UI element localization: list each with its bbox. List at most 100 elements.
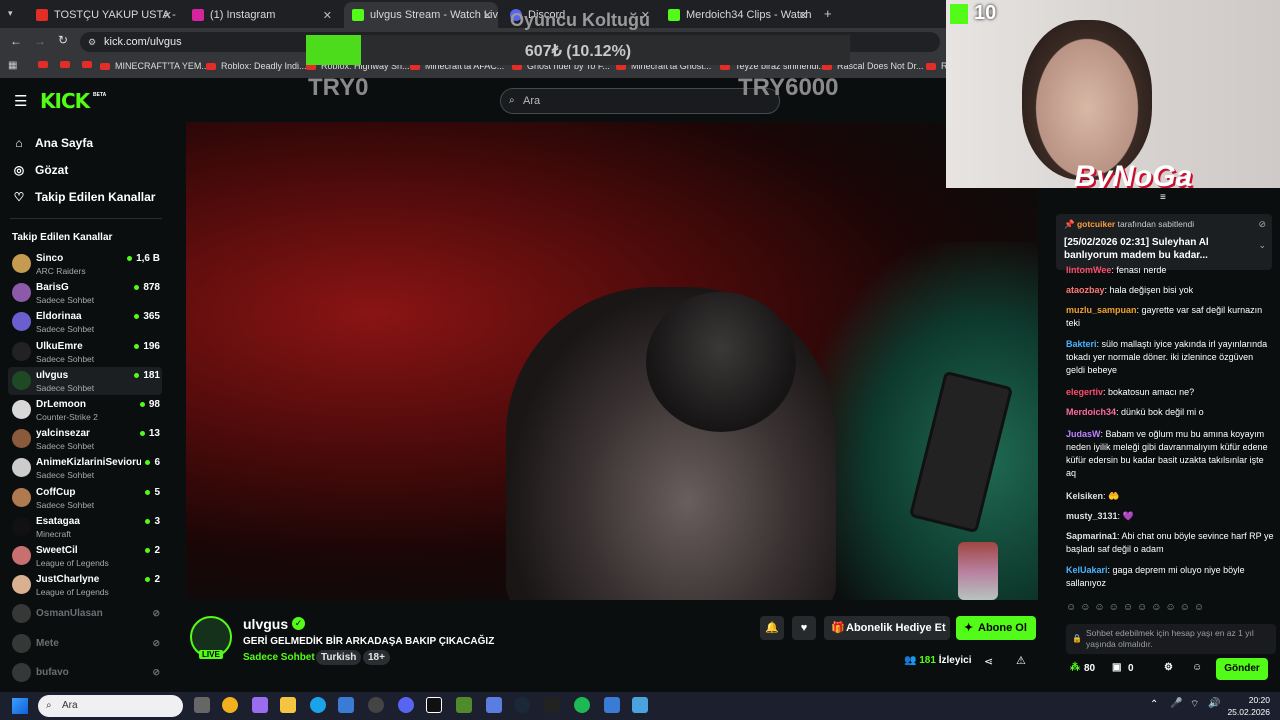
discord-icon[interactable] — [398, 697, 414, 713]
reload-icon[interactable]: ↻ — [58, 33, 68, 47]
chevron-down-icon[interactable]: ⌄ — [1258, 240, 1266, 251]
chat-menu-icon[interactable]: ≡ — [1160, 192, 1166, 203]
chat-username[interactable]: muzlu_sampuan — [1066, 305, 1137, 315]
chevron-up-icon[interactable]: ⌃ — [1150, 699, 1158, 710]
microphone-icon[interactable]: 🎤 — [1170, 698, 1182, 709]
kick-logo[interactable]: KICK — [40, 89, 90, 113]
sidebar-channel[interactable]: SweetCil League of Legends 2 — [8, 542, 162, 570]
send-button[interactable]: Gönder — [1216, 658, 1268, 680]
subscribe-button[interactable]: ✦ Abone Ol — [956, 616, 1036, 640]
bookmark-item[interactable]: Roblox: Deadly Indi... — [206, 61, 307, 71]
sidebar-channel[interactable]: AnimeKizlariniSeviorum Sadece Sohbet 6 — [8, 454, 162, 482]
close-icon[interactable]: ✕ — [323, 9, 332, 22]
back-icon[interactable]: ← — [10, 34, 22, 48]
file-explorer-icon[interactable] — [280, 697, 296, 713]
close-icon[interactable]: ✕ — [799, 9, 808, 22]
nav-home[interactable]: ⌂ Ana Sayfa — [12, 136, 93, 150]
tab-merdoich[interactable]: Merdoich34 Clips - Watch Live ✕ — [660, 4, 814, 26]
sidebar-channel[interactable]: yalcinsezar Sadece Sohbet 13 — [8, 425, 162, 453]
pinned-message[interactable]: 📌 gotcuiker tarafından sabitlendi [25/02… — [1056, 214, 1272, 270]
tab-ulvgus[interactable]: ulvgus Stream - Watch Live ✕ — [344, 2, 498, 28]
sidebar-channel[interactable]: Esatagaa Minecraft 3 — [8, 513, 162, 541]
chat-username[interactable]: ataozbay — [1066, 285, 1105, 295]
close-icon[interactable]: ✕ — [483, 9, 492, 22]
emote-picker-icon[interactable]: ☺ — [1192, 662, 1202, 673]
new-tab-icon[interactable]: + — [824, 6, 832, 21]
notification-bell-icon[interactable]: 🔔 — [760, 616, 784, 640]
chrome-icon[interactable] — [222, 697, 238, 713]
tab-instagram[interactable]: (1) Instagram ✕ — [184, 4, 338, 26]
spotify-icon[interactable] — [574, 697, 590, 713]
chat-username[interactable]: musty_3131 — [1066, 511, 1118, 521]
volume-icon[interactable]: 🔊 — [1208, 698, 1220, 709]
windows-start-icon[interactable] — [12, 698, 28, 714]
notepad-icon[interactable] — [632, 697, 648, 713]
sidebar-channel[interactable]: DrLemoon Counter-Strike 2 98 — [8, 396, 162, 424]
sidebar-channel[interactable]: CoffCup Sadece Sohbet 5 — [8, 484, 162, 512]
bookmark-item[interactable]: MINECRAFT'TA YEM... — [100, 61, 209, 71]
chat-username[interactable]: Merdoich34 — [1066, 407, 1116, 417]
capcut-icon[interactable] — [426, 697, 442, 713]
chat-username[interactable]: KelUakari — [1066, 565, 1108, 575]
sidebar-channel[interactable]: Eldorinaa Sadece Sohbet 365 — [8, 308, 162, 336]
tab-menu-icon[interactable]: ▾ — [8, 8, 13, 19]
wifi-icon[interactable]: ⌔ — [1190, 698, 1199, 711]
stream-category[interactable]: Sadece Sohbet — [243, 652, 315, 663]
sidebar-channel[interactable]: Sinco ARC Raiders 1,6 B — [8, 250, 162, 278]
tag-language[interactable]: Turkish — [316, 650, 362, 665]
report-icon[interactable]: ⚠ — [1016, 654, 1026, 667]
youtube-icon — [206, 62, 216, 70]
gift-box-icon[interactable]: ▣ — [1112, 662, 1121, 673]
site-info-icon[interactable]: ⚙ — [88, 32, 96, 52]
share-icon[interactable]: ⋖ — [984, 655, 993, 668]
chat-input[interactable]: 🔒 Sohbet edebilmek için hesap yaşı en az… — [1066, 624, 1276, 654]
minecraft-icon[interactable] — [456, 697, 472, 713]
live-dot-icon — [134, 285, 140, 291]
taskbar-search[interactable]: ⌕ Ara — [38, 695, 183, 717]
sidebar-channel[interactable]: UlkuEmre Sadece Sohbet 196 — [8, 338, 162, 366]
video-player[interactable] — [186, 122, 1038, 600]
copilot-icon[interactable] — [252, 697, 268, 713]
sidebar-channel-offline[interactable]: Mete ⊘ — [8, 630, 162, 658]
chat-username[interactable]: Sapmarina1 — [1066, 531, 1117, 541]
sidebar-channel[interactable]: BarisG Sadece Sohbet 878 — [8, 279, 162, 307]
search-placeholder: Ara — [523, 95, 541, 107]
gear-icon[interactable]: ⚙ — [1164, 662, 1173, 673]
sidebar-channel[interactable]: JustCharlyne League of Legends 2 — [8, 571, 162, 599]
bookmark-youtube[interactable] — [82, 61, 97, 68]
sidebar-channel-offline[interactable]: OsmanUlasan ⊘ — [8, 600, 162, 628]
tab-youtube[interactable]: TOSTÇU YAKUP USTA - YouTube ✕ — [28, 4, 178, 26]
store-icon[interactable] — [338, 697, 354, 713]
streamer-name[interactable]: ulvgus — [243, 616, 288, 632]
live-dot-icon — [145, 548, 151, 553]
gift-subscription-button[interactable]: 🎁 Abonelik Hediye Et — [824, 616, 950, 640]
sidebar-channel-offline[interactable]: bufavo ⊘ — [8, 659, 162, 687]
edge-icon[interactable] — [310, 697, 326, 713]
nav-following[interactable]: ♡ Takip Edilen Kanallar — [12, 190, 156, 204]
taskbar-clock[interactable]: 20:20 25.02.2026 — [1227, 694, 1270, 718]
apps-grid-icon[interactable]: ▦ — [8, 60, 17, 71]
nav-browse[interactable]: ◎ Gözat — [12, 163, 69, 177]
live-dot-icon — [145, 518, 151, 524]
chat-username[interactable]: Kelsiken — [1066, 491, 1103, 501]
app-icon[interactable] — [604, 697, 620, 713]
follow-heart-icon[interactable]: ♥ — [792, 616, 816, 640]
bookmark-youtube[interactable] — [60, 61, 75, 68]
unpin-icon[interactable]: ⊘ — [1258, 219, 1266, 230]
chat-username[interactable]: lintomWee — [1066, 265, 1111, 275]
close-icon[interactable]: ✕ — [163, 9, 172, 22]
chat-username[interactable]: JudasW — [1066, 429, 1101, 439]
points-icon[interactable]: ⁂ — [1070, 662, 1080, 673]
app-icon[interactable] — [486, 697, 502, 713]
chat-username[interactable]: elegertiv — [1066, 387, 1103, 397]
sidebar-channel[interactable]: ulvgus Sadece Sohbet 181 — [8, 366, 162, 395]
app-icon[interactable] — [368, 697, 384, 713]
tag-age[interactable]: 18+ — [363, 650, 390, 665]
chat-username[interactable]: Bakteri — [1066, 339, 1097, 349]
hamburger-menu-icon[interactable]: ☰ — [14, 92, 27, 110]
task-view-icon[interactable] — [194, 697, 210, 713]
forward-icon[interactable]: → — [34, 34, 46, 48]
bookmark-youtube[interactable] — [38, 61, 53, 68]
steam-icon[interactable] — [514, 697, 530, 713]
terminal-icon[interactable] — [544, 697, 560, 713]
